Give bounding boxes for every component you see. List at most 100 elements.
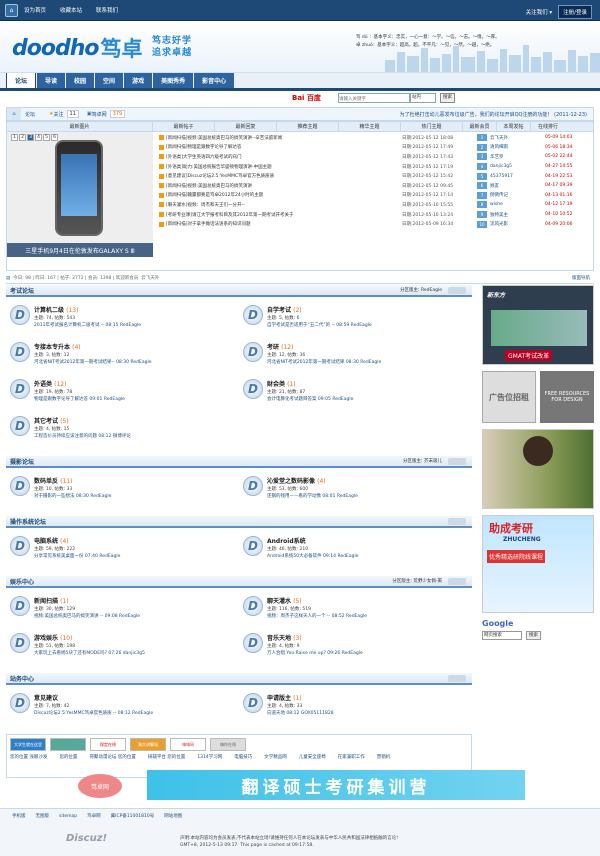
section-header[interactable]: 站务中心 [6, 673, 472, 685]
link-logo[interactable]: 嗨嗨网 [170, 738, 206, 751]
section-header[interactable]: 考试论坛 分区版主: RedEagle [6, 285, 472, 297]
tab-recommended[interactable]: 推荐主题 [277, 122, 339, 131]
thread-row[interactable]: [聊天灌水]视频：周杰和天王们一分开-- 日期:2012-05-10 15:55 [159, 200, 475, 210]
breadcrumb-forum[interactable]: 论坛 [25, 111, 35, 118]
ad-slot-rent[interactable]: 广告位招租 [482, 371, 536, 423]
slider-page[interactable]: 5 [43, 134, 50, 141]
board-last-post[interactable]: 视频：周杰子这样天人的一个 -- 08:52 RedEagle [267, 614, 367, 619]
member-name[interactable]: 45375917 [490, 174, 545, 179]
member-name[interactable]: danjic3g5 [490, 164, 545, 169]
search-button[interactable]: 搜索 [440, 93, 455, 103]
thread-row[interactable]: [考研专业课]请江大学报考科目及其2012年第一期考试开考关于 日期:2012-0… [159, 210, 475, 220]
contact-link[interactable]: 联系我们 [96, 6, 118, 14]
member-row[interactable]: 5 45375917 04-19 22:53 [477, 171, 600, 181]
member-name[interactable]: 清风细雨 [490, 144, 545, 150]
board-icon[interactable]: D [10, 633, 30, 653]
member-name[interactable]: 流风光影 [490, 221, 545, 227]
thread-title[interactable]: [新闻扫描]视频:美国总统奥巴马的搞笑演讲--辛苦法庭新闻 [166, 135, 402, 141]
member-name[interactable]: 独特美主 [490, 212, 545, 218]
photo-slider[interactable]: 1 2 3 4 5 6 三星手机9月4日在伦敦发布GALAXY S Ⅲ [7, 132, 153, 257]
thread-title[interactable]: [外语类]大学生英语四六级考试的窍门 [166, 154, 402, 160]
tab-space[interactable]: 空间 [95, 72, 124, 88]
thread-row[interactable]: [外语类]助力:美国总统报告华盛顿物理演讲-中国主题 日期:2012-05-12 … [159, 162, 475, 172]
friend-link[interactable]: 儿童安全座椅 [299, 754, 326, 760]
friend-link[interactable]: 1314学习网 [197, 754, 222, 760]
thread-row[interactable]: [新闻扫描]对于拿手做话法语系的知识问题 日期:2012-05-09 16:34 [159, 219, 475, 229]
search-scope-select[interactable]: 站内 [410, 93, 436, 103]
tab-hot[interactable]: 热门主题 [401, 122, 463, 131]
board-icon[interactable]: D [10, 476, 30, 496]
thread-title[interactable]: [新闻扫描]输赢都要是笃卓2012年24小时的主题 [166, 192, 402, 198]
board-name[interactable]: 游戏娱乐 [34, 635, 58, 642]
tab-forum[interactable]: 论坛 [6, 72, 37, 88]
board-icon[interactable]: D [243, 476, 263, 496]
section-title[interactable]: 考试论坛 [10, 286, 34, 295]
section-title[interactable]: 摄影论坛 [10, 457, 34, 466]
thread-row[interactable]: [新闻扫描]视频:美国总统奥巴马的搞笑演讲--辛苦法庭新闻 日期:2012-05-… [159, 133, 475, 143]
board-icon[interactable]: D [10, 596, 30, 616]
thread-title[interactable]: [新闻扫描]视频:美国总统奥巴马的搞笑演讲 [166, 183, 402, 189]
thread-row[interactable]: [外语类]大学生英语四六级考试的窍门 日期:2012-05-12 17:43 [159, 152, 475, 162]
thread-row[interactable]: [新闻扫描]视频:美国总统奥巴马的搞笑演讲 日期:2012-05-12 09:45 [159, 181, 475, 191]
tab-latest-posts[interactable]: 最新帖子 [153, 122, 215, 131]
app-link[interactable]: 笃卓网 [92, 111, 107, 118]
board-name[interactable]: 外语类 [34, 381, 52, 388]
member-row[interactable]: 10 流风光影 04-09 20:06 [477, 219, 600, 229]
board-name[interactable]: 新闻扫描 [34, 598, 58, 605]
board-name[interactable]: 其它考试 [34, 418, 58, 425]
board-name[interactable]: 电脑系统 [34, 538, 58, 545]
member-name[interactable]: 华艺罗 [490, 154, 545, 160]
link-logo[interactable]: 保定在线 [90, 738, 126, 751]
board-name[interactable]: 音乐天地 [267, 635, 291, 642]
home-icon[interactable]: ⌂ [5, 3, 18, 17]
login-button[interactable]: 注册/登录 [558, 5, 592, 19]
board-last-post[interactable]: 河北省NIT考试2012年第一期考试结果 08:30 RedEagle [267, 360, 381, 365]
thread-row[interactable]: [新闻扫描]物理是跟数字论导了解达答 日期:2012-05-12 17:49 [159, 143, 475, 153]
collapse-toggle[interactable] [448, 674, 466, 682]
member-row[interactable]: 7 倒倒传记 04-13 01:16 [477, 191, 600, 201]
set-home-link[interactable]: 设为首页 [24, 6, 46, 14]
board-icon[interactable]: D [10, 693, 30, 713]
friend-link[interactable]: 电脑技巧 [234, 754, 252, 760]
slider-page[interactable]: 3 [27, 134, 34, 141]
tab-new-members[interactable]: 最新会员 [463, 122, 497, 131]
tab-meitu[interactable]: 美图秀秀 [153, 72, 194, 88]
board-name[interactable]: 计算机二级 [34, 307, 64, 314]
board-last-post[interactable]: 大家玩上去看杨5块了还有MODE吗? 07:26 danjic3g5 [34, 651, 145, 656]
footer-link[interactable]: 冀ICP备11001810号 [111, 813, 155, 819]
bookmark-link[interactable]: 收藏本站 [60, 6, 82, 14]
footer-link[interactable]: sitemap [59, 814, 77, 819]
member-row[interactable]: 3 华艺罗 05-02 22:44 [477, 152, 600, 162]
section-header[interactable]: 操作系统论坛 [6, 516, 472, 528]
board-last-post[interactable]: 对于摄影的一些想法 08:30 RedEagle [34, 494, 111, 499]
member-row[interactable]: 8 wishe 04-12 17:19 [477, 200, 600, 210]
member-name[interactable]: 倒倒传记 [490, 192, 545, 198]
collapse-toggle[interactable] [448, 517, 466, 525]
board-icon[interactable]: D [243, 342, 263, 362]
collapse-toggle[interactable] [448, 457, 466, 465]
board-name[interactable]: 申请版主 [267, 695, 291, 702]
collapse-toggle[interactable] [448, 577, 466, 585]
board-name[interactable]: Android系统 [267, 538, 306, 545]
member-row[interactable]: 2 清风细雨 05-06 18:34 [477, 143, 600, 153]
board-last-post[interactable]: 物理是跟数字论导了解达答 09:01 RedEagle [34, 397, 125, 402]
tab-online-rank[interactable]: 在线排行 [531, 122, 565, 131]
footer-link[interactable]: 无图版 [36, 813, 50, 819]
board-last-post[interactable]: 自学考试是否适用于“五二代”的 -- 08:59 RedEagle [267, 323, 372, 328]
thread-title[interactable]: [新闻扫描]物理是跟数字论导了解达答 [166, 144, 402, 150]
friend-link[interactable]: 在家兼职工作 [338, 754, 365, 760]
bottom-banner[interactable]: 笃卓网 翻译硕士考研集训营 [0, 770, 600, 804]
board-icon[interactable]: D [10, 342, 30, 362]
home-icon[interactable]: ⌂ [7, 108, 21, 120]
tab-games[interactable]: 游戏 [124, 72, 153, 88]
board-last-post[interactable]: 还钢的钱用——看的学动像 08:01 RedEagle [267, 494, 358, 499]
thread-row[interactable]: [新闻扫描]输赢都要是笃卓2012年24小时的主题 日期:2012-05-12 1… [159, 191, 475, 201]
thread-title[interactable]: [意见建议]Discuz论坛2.5:YesMMC笃卓官方色质质质 [166, 173, 402, 179]
slider-page[interactable]: 1 [11, 134, 18, 141]
tab-weekly-posts[interactable]: 本周发帖 [497, 122, 531, 131]
footer-link[interactable]: 手机版 [12, 813, 26, 819]
board-name[interactable]: 数码单反 [34, 478, 58, 485]
thread-row[interactable]: [意见建议]Discuz论坛2.5:YesMMC笃卓官方色质质质 日期:2012-… [159, 171, 475, 181]
board-icon[interactable]: D [10, 379, 30, 399]
board-name[interactable]: 自学考试 [267, 307, 291, 314]
